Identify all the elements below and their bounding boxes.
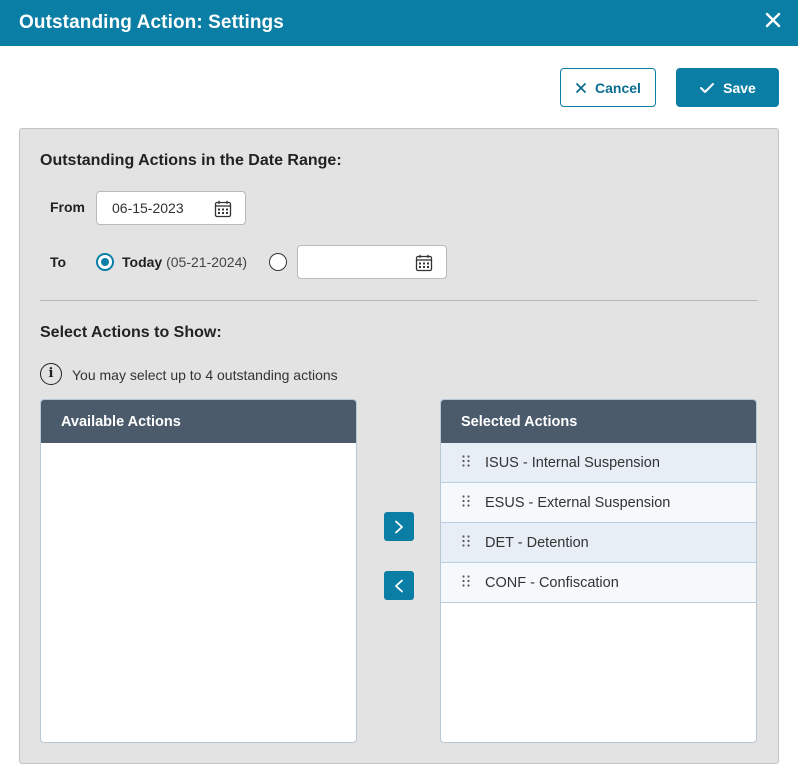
- drag-handle-icon[interactable]: [461, 494, 471, 512]
- to-label: To: [50, 254, 67, 270]
- chevron-right-icon: [395, 520, 403, 533]
- to-date-field[interactable]: [297, 245, 447, 279]
- custom-date-radio[interactable]: [269, 253, 287, 271]
- drag-handle-icon[interactable]: [461, 454, 471, 472]
- from-label: From: [50, 199, 85, 215]
- date-range-heading: Outstanding Actions in the Date Range:: [40, 152, 342, 169]
- close-icon[interactable]: [762, 9, 784, 31]
- info-icon: i: [40, 363, 62, 385]
- selected-actions-list[interactable]: Selected Actions ISUS - Internal Suspens…: [440, 399, 757, 743]
- today-radio[interactable]: [96, 253, 114, 271]
- list-item[interactable]: DET - Detention: [441, 523, 756, 563]
- actions-heading: Select Actions to Show:: [40, 324, 222, 341]
- list-item[interactable]: ESUS - External Suspension: [441, 483, 756, 523]
- info-text: You may select up to 4 outstanding actio…: [72, 367, 338, 383]
- list-item-label: CONF - Confiscation: [485, 574, 619, 591]
- available-actions-list[interactable]: Available Actions: [40, 399, 357, 743]
- drag-handle-icon[interactable]: [461, 574, 471, 592]
- today-date: (05-21-2024): [166, 254, 248, 270]
- list-item-label: DET - Detention: [485, 534, 589, 551]
- list-item[interactable]: CONF - Confiscation: [441, 563, 756, 603]
- settings-panel: Outstanding Actions in the Date Range: F…: [19, 128, 779, 764]
- calendar-icon[interactable]: [415, 254, 433, 275]
- today-option-label: Today (05-21-2024): [122, 254, 247, 270]
- from-date-field[interactable]: 06-15-2023: [96, 191, 246, 225]
- checkmark-icon: [700, 82, 715, 93]
- move-right-button[interactable]: [384, 512, 414, 541]
- list-item-label: ISUS - Internal Suspension: [485, 454, 660, 471]
- save-button-label: Save: [723, 79, 756, 96]
- x-icon: [576, 82, 586, 93]
- today-label: Today: [122, 254, 163, 270]
- save-button[interactable]: Save: [676, 68, 779, 107]
- cancel-button[interactable]: Cancel: [560, 68, 656, 107]
- move-left-button[interactable]: [384, 571, 414, 600]
- calendar-icon[interactable]: [214, 200, 232, 221]
- selected-actions-header: Selected Actions: [441, 400, 756, 443]
- from-date-value: 06-15-2023: [112, 200, 184, 216]
- drag-handle-icon[interactable]: [461, 534, 471, 552]
- available-actions-header: Available Actions: [41, 400, 356, 443]
- dialog-title: Outstanding Action: Settings: [19, 12, 284, 33]
- chevron-left-icon: [395, 579, 403, 592]
- dialog-titlebar: Outstanding Action: Settings: [0, 0, 798, 46]
- cancel-button-label: Cancel: [595, 79, 641, 96]
- section-divider: [40, 300, 758, 301]
- list-item-label: ESUS - External Suspension: [485, 494, 671, 511]
- list-item[interactable]: ISUS - Internal Suspension: [441, 443, 756, 483]
- selected-actions-body: ISUS - Internal Suspension ESUS - Extern…: [441, 443, 756, 603]
